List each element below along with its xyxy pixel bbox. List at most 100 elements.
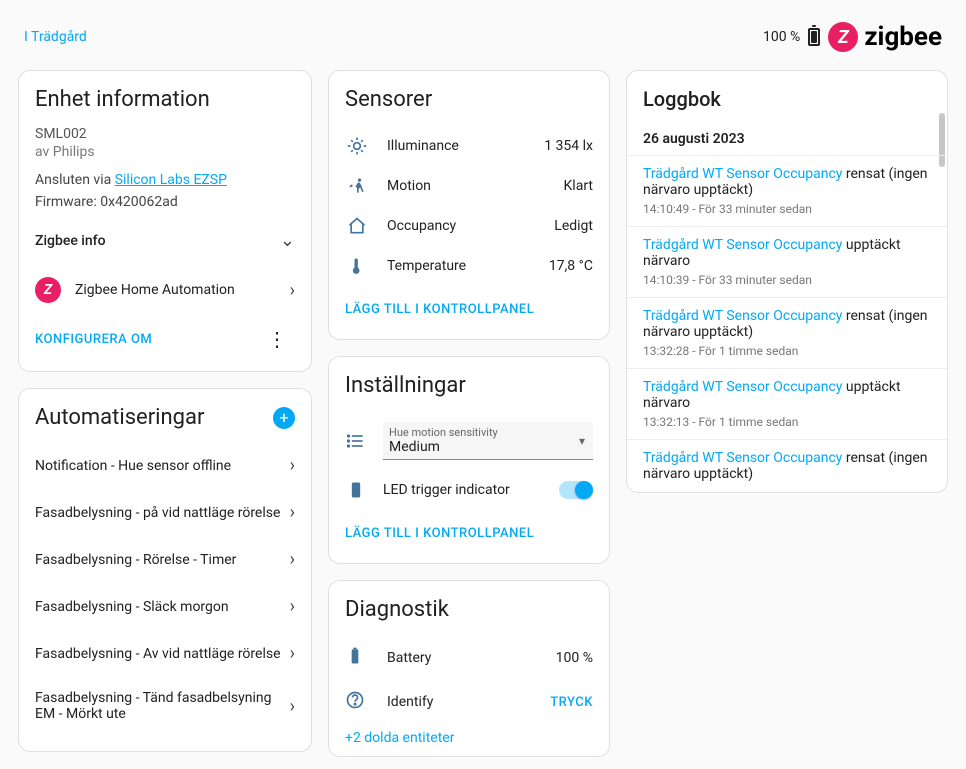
- sensor-name: Occupancy: [387, 218, 554, 234]
- sensor-row[interactable]: MotionKlart: [345, 166, 593, 206]
- add-automation-button[interactable]: +: [273, 407, 295, 429]
- log-timestamp: 13:32:13 - För 1 timme sedan: [643, 415, 931, 429]
- sensor-name: Motion: [387, 178, 564, 194]
- more-menu-button[interactable]: ⋮: [259, 323, 295, 355]
- automation-label: Fasadbelysning - Av vid nattläge rörelse: [35, 646, 290, 662]
- sensor-value: 1 354 lx: [544, 138, 593, 154]
- automation-label: Fasadbelysning - Tänd fasadbelsyning EM …: [35, 690, 290, 722]
- automation-label: Fasadbelysning - Rörelse - Timer: [35, 552, 290, 568]
- log-entry: Trädgård WT Sensor Occupancy upptäckt nä…: [627, 368, 947, 439]
- zigbee-info-expand[interactable]: Zigbee info ⌄: [35, 216, 295, 265]
- automations-card: Automatiseringar + Notification - Hue se…: [18, 388, 312, 752]
- connected-via: Ansluten via Silicon Labs EZSP: [35, 172, 295, 188]
- identify-label: Identify: [387, 694, 550, 710]
- integration-link[interactable]: Silicon Labs EZSP: [115, 172, 227, 188]
- sensitivity-value: Medium: [389, 439, 587, 455]
- hidden-entities-link[interactable]: +2 dolda entiteter: [345, 730, 593, 746]
- logbook-title: Loggbok: [627, 87, 947, 119]
- sensor-row[interactable]: OccupancyLedigt: [345, 206, 593, 246]
- brand-text: zigbee: [864, 22, 942, 52]
- add-settings-dashboard-button[interactable]: LÄGG TILL I KONTROLLPANEL: [345, 520, 593, 547]
- battery-icon: [808, 28, 820, 46]
- automation-item[interactable]: Fasadbelysning - på vid nattläge rörelse…: [35, 489, 295, 536]
- log-entity-link[interactable]: Trädgård WT Sensor Occupancy: [643, 308, 842, 324]
- sensors-card: Sensorer Illuminance1 354 lxMotionKlartO…: [328, 70, 610, 340]
- chevron-right-icon: ›: [290, 596, 295, 617]
- automation-label: Notification - Hue sensor offline: [35, 458, 290, 474]
- log-timestamp: 13:32:28 - För 1 timme sedan: [643, 344, 931, 358]
- thermometer-icon: [345, 256, 369, 276]
- sensor-name: Illuminance: [387, 138, 544, 154]
- log-entry: Trädgård WT Sensor Occupancy rensat (ing…: [627, 439, 947, 492]
- breadcrumb[interactable]: I Trädgård: [24, 29, 87, 45]
- log-entry: Trädgård WT Sensor Occupancy rensat (ing…: [627, 155, 947, 226]
- automation-item[interactable]: Fasadbelysning - Av vid nattläge rörelse…: [35, 630, 295, 677]
- settings-title: Inställningar: [345, 373, 593, 398]
- log-entry: Trädgård WT Sensor Occupancy rensat (ing…: [627, 297, 947, 368]
- battery-label: Battery: [387, 650, 556, 666]
- list-icon: [345, 431, 367, 451]
- zigbee-icon: Z: [35, 277, 61, 303]
- sensors-title: Sensorer: [345, 87, 593, 112]
- log-timestamp: 14:10:49 - För 33 minuter sedan: [643, 202, 931, 216]
- identify-button[interactable]: TRYCK: [550, 695, 593, 710]
- chevron-right-icon: ›: [290, 455, 295, 476]
- log-entity-link[interactable]: Trädgård WT Sensor Occupancy: [643, 166, 842, 182]
- sensitivity-dropdown[interactable]: Hue motion sensitivity Medium ▾: [383, 422, 593, 460]
- chevron-right-icon: ›: [290, 280, 295, 301]
- diagnostics-card: Diagnostik Battery 100 % Identify TRYCK …: [328, 580, 610, 757]
- log-timestamp: 14:10:39 - För 33 minuter sedan: [643, 273, 931, 287]
- battery-value: 100 %: [556, 650, 593, 666]
- motion-icon: [345, 176, 369, 196]
- home-icon: [345, 216, 369, 236]
- sensitivity-label: Hue motion sensitivity: [389, 426, 587, 439]
- device-info-title: Enhet information: [35, 87, 295, 112]
- battery-icon: [345, 646, 369, 670]
- identify-row: Identify TRYCK: [345, 680, 593, 724]
- firmware: Firmware: 0x420062ad: [35, 194, 295, 210]
- sensor-value: 17,8 °C: [549, 258, 593, 274]
- automation-item[interactable]: Fasadbelysning - Släck morgon›: [35, 583, 295, 630]
- zha-label: Zigbee Home Automation: [75, 282, 276, 298]
- identify-icon: [345, 690, 369, 714]
- zha-link[interactable]: Z Zigbee Home Automation ›: [35, 265, 295, 315]
- log-entry: Trädgård WT Sensor Occupancy upptäckt nä…: [627, 226, 947, 297]
- device-model: SML002: [35, 126, 295, 142]
- sensor-row[interactable]: Illuminance1 354 lx: [345, 126, 593, 166]
- brightness-icon: [345, 136, 369, 156]
- led-trigger-label: LED trigger indicator: [383, 482, 543, 498]
- logbook-date: 26 augusti 2023: [627, 131, 947, 155]
- automation-item[interactable]: Fasadbelysning - Rörelse - Timer›: [35, 536, 295, 583]
- battery-percent: 100 %: [763, 29, 800, 45]
- zigbee-logo: Z zigbee: [828, 22, 942, 52]
- led-icon: [345, 480, 367, 500]
- reconfigure-button[interactable]: KONFIGURERA OM: [35, 332, 152, 347]
- automations-title: Automatiseringar: [35, 405, 204, 430]
- log-entity-link[interactable]: Trädgård WT Sensor Occupancy: [643, 237, 842, 253]
- automation-item[interactable]: Fasadbelysning - Tänd fasadbelsyning EM …: [35, 677, 295, 735]
- caret-down-icon: ▾: [579, 434, 585, 448]
- automation-item[interactable]: Notification - Hue sensor offline›: [35, 442, 295, 489]
- battery-row[interactable]: Battery 100 %: [345, 636, 593, 680]
- chevron-right-icon: ›: [290, 549, 295, 570]
- log-entity-link[interactable]: Trädgård WT Sensor Occupancy: [643, 379, 842, 395]
- logbook-card: Loggbok 26 augusti 2023 Trädgård WT Sens…: [626, 70, 948, 493]
- chevron-right-icon: ›: [290, 696, 295, 717]
- chevron-right-icon: ›: [290, 643, 295, 664]
- settings-card: Inställningar Hue motion sensitivity Med…: [328, 356, 610, 564]
- sensor-value: Ledigt: [554, 218, 593, 234]
- led-toggle[interactable]: [559, 481, 593, 499]
- chevron-right-icon: ›: [290, 502, 295, 523]
- device-manufacturer: av Philips: [35, 144, 295, 160]
- automation-label: Fasadbelysning - på vid nattläge rörelse: [35, 505, 290, 521]
- add-sensors-dashboard-button[interactable]: LÄGG TILL I KONTROLLPANEL: [345, 296, 593, 323]
- device-info-card: Enhet information SML002 av Philips Ansl…: [18, 70, 312, 372]
- log-entity-link[interactable]: Trädgård WT Sensor Occupancy: [643, 450, 842, 466]
- chevron-down-icon: ⌄: [280, 230, 295, 251]
- diagnostics-title: Diagnostik: [345, 597, 593, 622]
- sensor-value: Klart: [564, 178, 593, 194]
- sensor-name: Temperature: [387, 258, 549, 274]
- sensor-row[interactable]: Temperature17,8 °C: [345, 246, 593, 286]
- automation-label: Fasadbelysning - Släck morgon: [35, 599, 290, 615]
- zigbee-info-label: Zigbee info: [35, 233, 106, 249]
